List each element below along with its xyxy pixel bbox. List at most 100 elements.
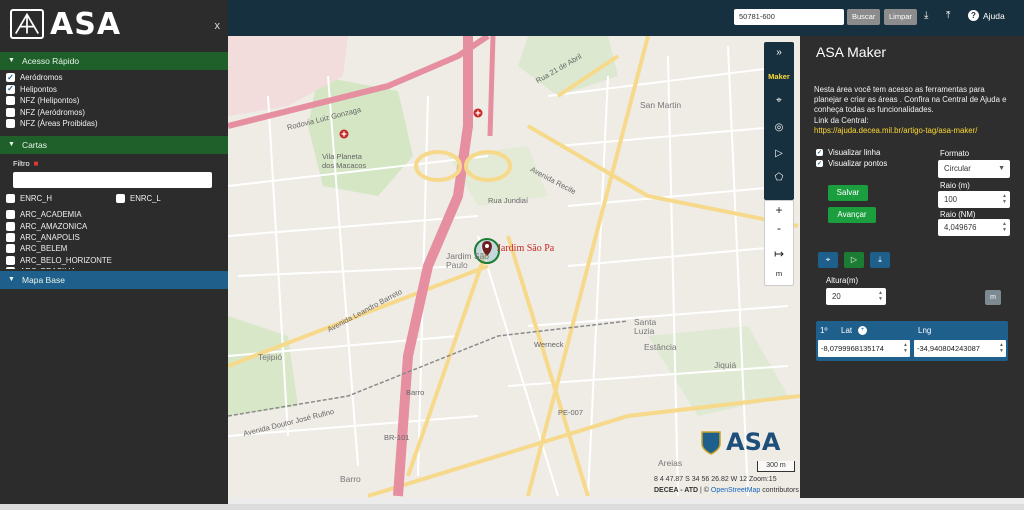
- top-bar: 50781-600 Buscar Limpar ⤓ ⤒ ? Ajuda: [228, 0, 1024, 36]
- zoom-in-button[interactable]: +: [765, 203, 793, 217]
- add-point-icon[interactable]: +: [858, 326, 867, 335]
- checkbox-icon[interactable]: [6, 96, 15, 106]
- checkbox-row[interactable]: ✓ Aeródromos: [6, 72, 228, 84]
- search-input[interactable]: 50781-600: [734, 9, 844, 25]
- coord-readout: 8 4 47.87 S 34 56 26.82 W 12 Zoom:15: [654, 476, 777, 483]
- checkbox-icon[interactable]: [6, 232, 15, 242]
- checkbox-row[interactable]: ENRC_H: [6, 193, 116, 205]
- checkbox-row[interactable]: ARC_ANAPOLIS: [6, 232, 228, 243]
- unit-button[interactable]: m: [765, 269, 793, 278]
- osm-link[interactable]: OpenStreetMap: [711, 487, 760, 494]
- checkbox-label: ARC_BRASILIA: [20, 267, 76, 269]
- checkbox-row[interactable]: ARC_BRASILIA: [6, 266, 228, 269]
- altura-input[interactable]: 20 ▲ ▼: [826, 288, 886, 305]
- checkbox-icon[interactable]: [6, 267, 15, 269]
- cartas-header[interactable]: ▼ Cartas: [0, 135, 228, 154]
- map-canvas[interactable]: Vila Planeta dos Macacos Jardim São Paul…: [228, 36, 800, 498]
- checkbox-label: Aeródromos: [20, 73, 63, 83]
- trash-icon[interactable]: ■: [34, 159, 39, 168]
- collapse-chevron-icon[interactable]: »: [764, 47, 794, 58]
- maker-tab[interactable]: Maker: [764, 72, 794, 81]
- play-icon[interactable]: ▷: [764, 148, 794, 159]
- map-label-areias: Areias: [658, 458, 683, 468]
- close-sidebar-button[interactable]: x: [215, 20, 221, 32]
- pin-icon[interactable]: ⌖: [764, 95, 794, 106]
- checkbox-row[interactable]: ENRC_L: [116, 193, 226, 205]
- next-button[interactable]: Avançar: [828, 207, 876, 223]
- spinner-icon[interactable]: ▲ ▼: [1002, 221, 1007, 233]
- checkbox-label: ARC_BELEM: [20, 244, 68, 254]
- checkbox-icon[interactable]: [6, 255, 15, 265]
- checkbox-checked-icon[interactable]: ✓: [6, 84, 15, 94]
- checkbox-icon[interactable]: [6, 107, 15, 117]
- map-label-rua-jundiai: Rua Jundiaí: [488, 196, 529, 205]
- lng-header: Lng: [918, 326, 932, 335]
- radius-m-label: Raio (m): [940, 181, 970, 190]
- caret-down-icon: ▼: [8, 276, 15, 283]
- help-center-link[interactable]: https://ajuda.decea.mil.br/artigo-tag/as…: [814, 126, 977, 135]
- radius-nm-input[interactable]: 4,049676 ▲ ▼: [938, 219, 1010, 236]
- spinner-icon[interactable]: ▲ ▼: [903, 342, 908, 354]
- crosshair-icon[interactable]: ◎: [764, 122, 794, 133]
- checkbox-icon[interactable]: [6, 193, 15, 203]
- checkbox-row[interactable]: NFZ (Helipontos): [6, 95, 228, 107]
- spinner-icon[interactable]: ▲ ▼: [878, 290, 883, 302]
- lng-input[interactable]: -34,940804243087 ▲ ▼: [914, 340, 1006, 357]
- zoom-out-button[interactable]: -: [765, 221, 793, 235]
- checkbox-label: ENRC_L: [130, 193, 161, 203]
- play-icon[interactable]: ▷: [844, 252, 864, 268]
- coordinates-table: 1º Lat + Lng -8,0799968135174 ▲ ▼ -34,940…: [816, 321, 1008, 361]
- search-button[interactable]: Buscar: [847, 9, 881, 25]
- checkbox-checked-icon[interactable]: ✓: [6, 73, 15, 83]
- polygon-icon[interactable]: ⬠: [764, 172, 794, 183]
- quick-access-header[interactable]: ▼ Acesso Rápido: [0, 52, 228, 70]
- radius-m-input[interactable]: 100 ▲ ▼: [938, 191, 1010, 208]
- checkbox-row[interactable]: ARC_ACADEMIA: [6, 209, 228, 220]
- cartas-title: Cartas: [21, 139, 47, 150]
- format-select[interactable]: Circular ▼: [938, 160, 1010, 178]
- checkbox-row[interactable]: NFZ (Aeródromos): [6, 107, 228, 119]
- save-button[interactable]: Salvar: [828, 185, 868, 201]
- map-label-san-martin: San Martin: [640, 100, 682, 110]
- lat-input[interactable]: -8,0799968135174 ▲ ▼: [818, 340, 910, 357]
- download-icon[interactable]: ⤓: [870, 252, 890, 268]
- map-label-vila-planeta: Vila Planeta dos Macacos: [322, 152, 367, 170]
- checkbox-row[interactable]: ARC_BELO_HORIZONTE: [6, 255, 228, 266]
- checkbox-row[interactable]: ✓ Helipontos: [6, 84, 228, 96]
- bottom-strip: [0, 504, 1024, 510]
- pin-icon[interactable]: ⌖: [818, 252, 838, 268]
- checkbox-row[interactable]: NFZ (Áreas Proibidas): [6, 118, 228, 130]
- decea-shield-icon: [701, 431, 721, 455]
- row-index: 1º: [820, 326, 828, 335]
- marker-label: Jardim São Pa: [497, 243, 555, 254]
- scale-bar: 300 m: [757, 461, 795, 472]
- checkbox-icon[interactable]: [116, 193, 125, 203]
- lng-value: -34,940804243087: [917, 344, 980, 353]
- download-icon[interactable]: ⤓: [924, 10, 928, 21]
- format-label: Formato: [940, 149, 970, 158]
- panel-desc-text: Nesta área você tem acesso as ferramenta…: [814, 85, 1007, 115]
- clear-button[interactable]: Limpar: [884, 9, 917, 25]
- checkbox-label: Helipontos: [20, 84, 57, 94]
- spinner-icon[interactable]: ▲ ▼: [1002, 193, 1007, 205]
- checkbox-icon[interactable]: [6, 210, 15, 220]
- unit-m-button[interactable]: m: [985, 290, 1001, 305]
- mapa-base-header[interactable]: ▼ Mapa Base: [0, 271, 228, 289]
- measure-button[interactable]: ↦: [765, 247, 793, 261]
- checkbox-row[interactable]: ARC_AMAZONICA: [6, 220, 228, 231]
- help-icon[interactable]: ?: [968, 10, 979, 21]
- filter-input[interactable]: [13, 171, 212, 188]
- checkbox-row[interactable]: ARC_BELEM: [6, 243, 228, 254]
- checkbox-icon[interactable]: [6, 221, 15, 231]
- checkbox-icon[interactable]: [6, 244, 15, 254]
- map-asa-logo: ASA: [700, 428, 795, 458]
- show-line-checkbox[interactable]: ✓ Visualizar linha: [816, 148, 880, 157]
- upload-icon[interactable]: ⤒: [946, 10, 950, 21]
- spinner-icon[interactable]: ▲ ▼: [999, 342, 1004, 354]
- app-logo-text: ASA: [50, 7, 122, 42]
- map-label-barro-2: Barro: [406, 388, 425, 397]
- checkbox-icon[interactable]: [6, 119, 15, 129]
- help-link[interactable]: Ajuda: [983, 11, 1005, 21]
- asa-logo-icon: [10, 9, 44, 39]
- show-points-checkbox[interactable]: ✓ Visualizar pontos: [816, 159, 887, 168]
